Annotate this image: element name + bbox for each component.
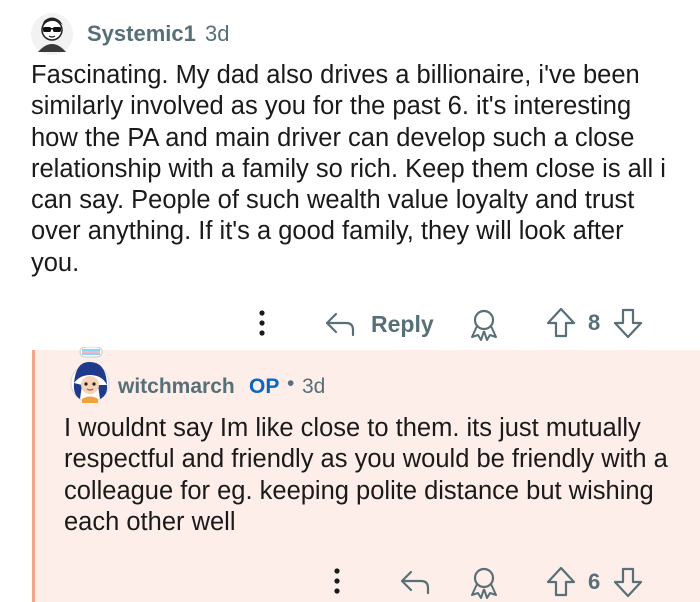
avatar[interactable] xyxy=(30,12,74,56)
more-options-icon[interactable] xyxy=(331,567,343,595)
reply-body: I wouldnt say Im like close to them. its… xyxy=(64,414,668,536)
vote-count: 6 xyxy=(588,569,601,594)
downvote-icon[interactable] xyxy=(612,306,644,340)
vote-control: 6 xyxy=(545,565,645,599)
more-options-icon[interactable] xyxy=(256,309,268,337)
avatar[interactable] xyxy=(66,346,112,405)
comment-body: Fascinating. My dad also drives a billio… xyxy=(31,61,666,277)
award-icon[interactable] xyxy=(468,565,500,599)
reply-label: Reply xyxy=(371,311,434,337)
upvote-icon[interactable] xyxy=(545,565,577,599)
reply-timestamp: 3d xyxy=(302,375,326,398)
downvote-icon[interactable] xyxy=(612,565,644,599)
comment-author[interactable]: Systemic1 xyxy=(87,21,196,47)
comment-timestamp: 3d xyxy=(205,21,230,46)
award-icon[interactable] xyxy=(468,307,500,341)
reply-arrow-icon[interactable] xyxy=(399,568,431,596)
reply-author[interactable]: witchmarch xyxy=(118,375,235,399)
meta-separator: • xyxy=(287,372,295,395)
vote-control: 8 xyxy=(545,306,645,340)
op-badge: OP xyxy=(249,375,280,398)
upvote-icon[interactable] xyxy=(545,306,577,340)
vote-count: 8 xyxy=(588,310,601,335)
reply-arrow-icon xyxy=(325,312,355,337)
reply-button[interactable]: Reply xyxy=(324,308,434,340)
